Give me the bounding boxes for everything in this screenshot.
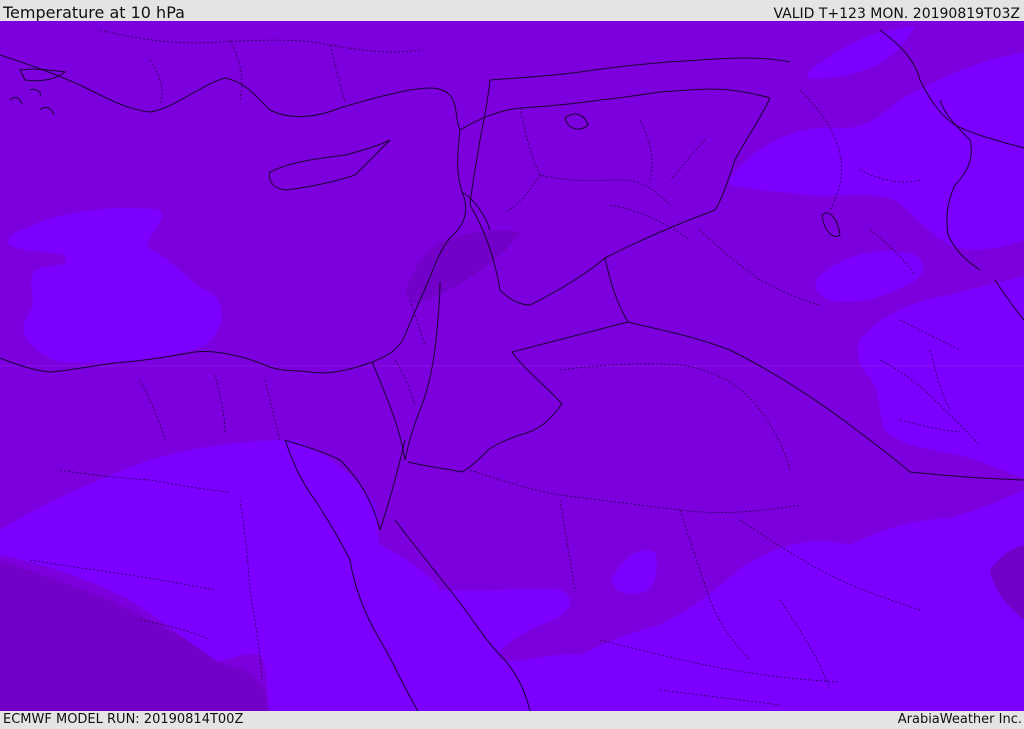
header-bar: Temperature at 10 hPa VALID T+123 MON. 2…: [0, 0, 1024, 22]
weather-map[interactable]: [0, 21, 1024, 711]
model-run-label: ECMWF MODEL RUN: 20190814T00Z: [3, 712, 244, 727]
footer-bar: ECMWF MODEL RUN: 20190814T00Z ArabiaWeat…: [0, 711, 1024, 729]
credit-label: ArabiaWeather Inc.: [897, 712, 1022, 727]
map-title: Temperature at 10 hPa: [3, 3, 185, 22]
map-canvas: [0, 21, 1024, 711]
valid-time: VALID T+123 MON. 20190819T03Z: [773, 6, 1020, 22]
